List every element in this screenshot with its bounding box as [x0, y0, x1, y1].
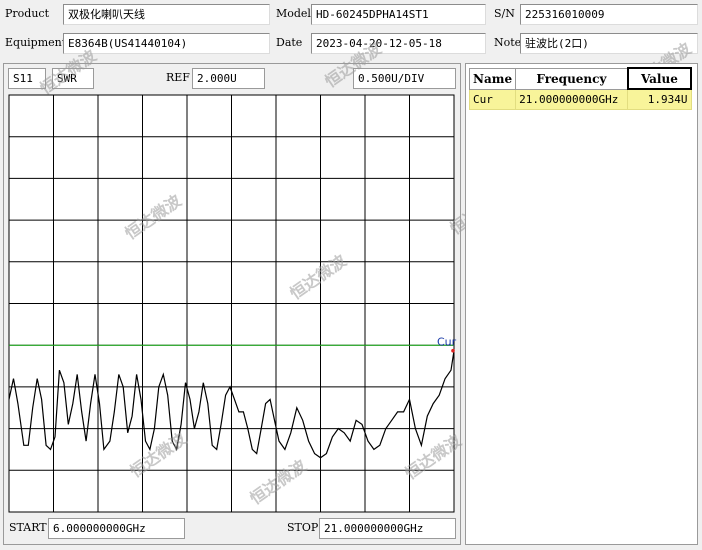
row-value: 1.934U: [627, 88, 692, 110]
watermark-text: 恒达微波: [321, 38, 385, 91]
row-frequency: 21.000000000GHz: [515, 88, 629, 110]
col-frequency-header[interactable]: Frequency: [515, 67, 629, 90]
col-value-header[interactable]: Value: [626, 67, 693, 90]
marker-table: Name Frequency Value Cur 21.000000000GHz…: [468, 67, 693, 110]
col-name-header[interactable]: Name: [468, 67, 517, 90]
row-name: Cur: [468, 88, 517, 110]
start-field[interactable]: 6.000000000GHz: [48, 518, 185, 539]
table-row[interactable]: Cur 21.000000000GHz 1.934U: [468, 88, 692, 110]
stop-field[interactable]: 21.000000000GHz: [319, 518, 456, 539]
start-label: START: [9, 521, 47, 534]
marker-panel: Name Frequency Value Cur 21.000000000GHz…: [465, 63, 698, 545]
marker-label: Cur: [437, 336, 457, 349]
stop-label: STOP: [287, 521, 319, 534]
chart-grid: [8, 94, 455, 513]
watermark-text: 恒达微波: [36, 45, 100, 98]
marker-dot[interactable]: [451, 348, 455, 353]
